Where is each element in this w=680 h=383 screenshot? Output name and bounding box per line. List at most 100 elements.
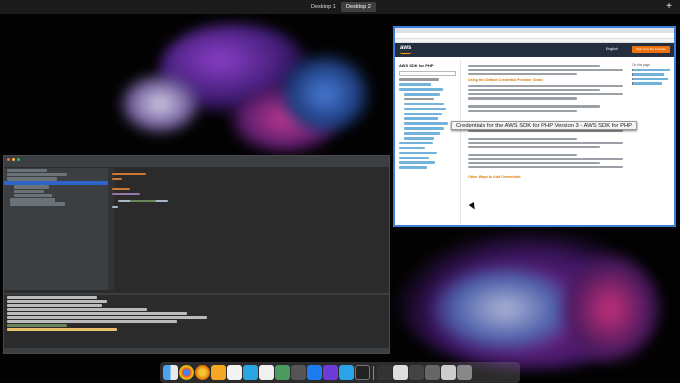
docs-sidebar: AWS SDK for PHP (395, 60, 461, 225)
toc-link[interactable] (632, 77, 668, 81)
aws-logo[interactable]: aws (400, 45, 411, 52)
music-icon[interactable] (275, 365, 290, 380)
window-thumbnail-icon[interactable] (425, 365, 440, 380)
dock (160, 362, 520, 383)
paragraph-line (468, 64, 600, 68)
paragraph-line (468, 162, 600, 165)
section-heading-2[interactable]: Other Ways to Add Credentials (468, 175, 623, 180)
trash-icon[interactable] (457, 365, 472, 380)
aws-header: aws English Sign In to the Console (395, 43, 674, 57)
paragraph-line (468, 137, 577, 141)
minimize-icon[interactable] (12, 157, 15, 161)
paragraph-line (468, 85, 623, 88)
downloads-icon[interactable] (377, 365, 392, 380)
notes-icon[interactable] (227, 365, 242, 380)
finder-icon[interactable] (163, 365, 178, 380)
documents-icon[interactable] (393, 365, 408, 380)
close-icon[interactable] (7, 157, 10, 161)
window-title-tooltip: Credentials for the AWS SDK for PHP Vers… (451, 121, 638, 130)
window-thumbnail-icon[interactable] (409, 365, 424, 380)
tree-item[interactable] (7, 172, 67, 177)
nav-link[interactable] (399, 161, 435, 165)
add-space-button[interactable]: + (666, 1, 672, 13)
system-preferences-icon[interactable] (211, 365, 226, 380)
nav-link[interactable] (404, 117, 438, 121)
nav-link[interactable] (404, 122, 448, 125)
sidebar-search-input[interactable] (399, 71, 456, 76)
tree-item[interactable] (10, 202, 65, 206)
sidebar-title[interactable]: AWS SDK for PHP (399, 63, 456, 68)
tree-item[interactable] (7, 176, 57, 181)
space-desktop-1[interactable]: Desktop 1 (306, 2, 341, 12)
nav-link[interactable] (399, 166, 427, 169)
maximize-icon[interactable] (17, 157, 20, 161)
dock-separator (373, 365, 374, 380)
nav-link[interactable] (404, 112, 442, 116)
nav-link[interactable] (399, 83, 431, 86)
on-this-page-panel: On this page (628, 60, 674, 225)
code-line (112, 193, 140, 196)
tree-item[interactable] (7, 168, 47, 173)
toc-link[interactable] (632, 69, 670, 72)
terminal-line (7, 324, 67, 327)
phpstorm-icon[interactable] (323, 365, 338, 380)
nav-link[interactable] (399, 156, 429, 160)
photos-icon[interactable] (291, 365, 306, 380)
nav-link[interactable] (404, 132, 440, 135)
terminal-line (7, 300, 107, 303)
nav-link[interactable] (404, 92, 440, 96)
paragraph-line (468, 68, 623, 72)
tree-item[interactable] (10, 197, 55, 202)
tree-item-selected[interactable] (4, 181, 108, 185)
nav-link[interactable] (399, 78, 439, 81)
terminal-icon[interactable] (355, 365, 370, 380)
tree-item[interactable] (14, 189, 44, 194)
tree-item[interactable] (14, 185, 49, 189)
firefox-icon[interactable] (195, 365, 210, 380)
paragraph-line (468, 73, 577, 76)
terminal-line (7, 308, 147, 311)
code-line (112, 188, 130, 191)
paragraph-line (468, 141, 623, 145)
terminal-prompt[interactable] (7, 328, 117, 331)
terminal-line (7, 296, 97, 299)
tree-item[interactable] (14, 193, 52, 198)
terminal-line (7, 312, 187, 315)
app-store-icon[interactable] (307, 365, 322, 380)
nav-link[interactable] (399, 141, 433, 145)
aws-smile-icon (400, 52, 411, 54)
nav-link[interactable] (404, 136, 434, 140)
terminal-line (7, 304, 102, 307)
nav-link[interactable] (399, 151, 437, 155)
docs-content: Using the Default Credential Provider Ch… (463, 60, 628, 225)
toc-link[interactable] (632, 82, 662, 85)
nav-link[interactable] (399, 146, 425, 150)
mission-control-bar: Desktop 1 Desktop 2 + (0, 0, 680, 14)
messages-icon[interactable] (243, 365, 258, 380)
code-line (130, 200, 156, 203)
nav-link[interactable] (404, 102, 444, 106)
on-this-page-label: On this page (632, 63, 651, 67)
nav-link[interactable] (404, 107, 446, 111)
chrome-icon[interactable] (179, 365, 194, 380)
paragraph-line (468, 105, 600, 108)
paragraph-line (468, 154, 577, 157)
code-editor[interactable] (108, 168, 389, 290)
terminal-line (7, 320, 177, 323)
project-tree[interactable] (4, 168, 108, 290)
nav-link[interactable] (404, 127, 444, 130)
screen: Desktop 1 Desktop 2 + aws English Sign I… (0, 0, 680, 383)
phpstorm-window[interactable] (3, 155, 390, 354)
window-thumbnail-icon[interactable] (441, 365, 456, 380)
calendar-icon[interactable] (259, 365, 274, 380)
toc-link[interactable] (632, 73, 664, 76)
signin-button[interactable]: Sign In to the Console (632, 46, 670, 53)
nav-link[interactable] (399, 88, 443, 91)
language-selector[interactable]: English (606, 47, 618, 51)
line-gutter (108, 168, 114, 290)
section-heading[interactable]: Using the Default Credential Provider Ch… (468, 78, 623, 83)
zoom-icon[interactable] (339, 365, 354, 380)
nav-link-active[interactable] (404, 97, 434, 101)
terminal-panel[interactable] (4, 293, 389, 348)
space-desktop-2[interactable]: Desktop 2 (341, 2, 376, 12)
